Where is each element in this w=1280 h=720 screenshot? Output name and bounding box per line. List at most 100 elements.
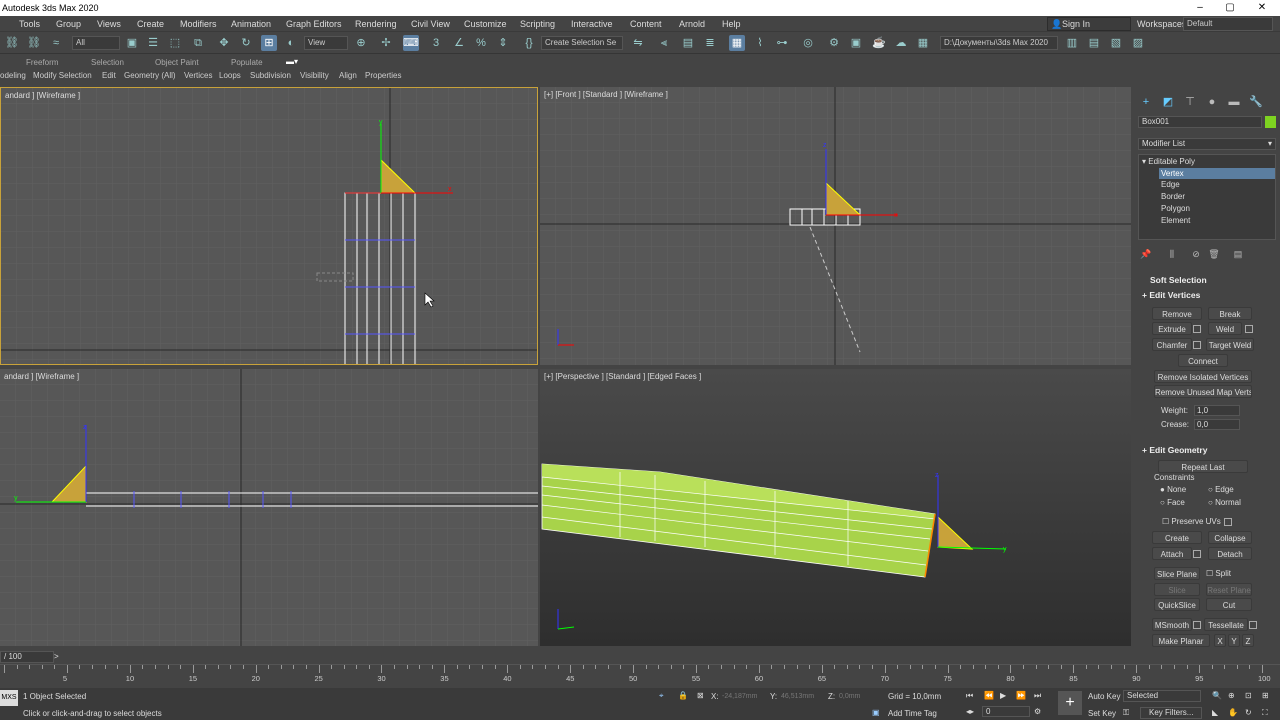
extrude-button[interactable]: Extrude [1152,322,1192,335]
sign-in-dropdown[interactable]: 👤 Sign In [1047,17,1131,31]
y-coordinate-field[interactable]: 46,513mm [779,691,823,702]
menu-arnold[interactable]: Arnold [679,16,705,32]
select-object-icon[interactable]: ▣ [124,35,140,51]
rendered-frame-icon[interactable]: ▣ [848,35,864,51]
ribbon-tab-object-paint[interactable]: Object Paint [155,58,199,67]
menu-group[interactable]: Group [56,16,81,32]
zoom-extents-all-icon[interactable]: ⊞ [1262,691,1269,700]
menu-help[interactable]: Help [722,16,741,32]
mirror-icon[interactable]: ⇋ [630,35,646,51]
goto-end-icon[interactable]: ⏭ [1034,691,1041,701]
constraint-edge-radio[interactable]: ○ Edge [1208,485,1234,494]
link-icon[interactable]: ⛓ [4,35,20,51]
planar-x-button[interactable]: X [1214,634,1226,647]
stack-item-polygon[interactable]: Polygon [1161,204,1190,213]
snaps-toggle-icon[interactable]: 3 [428,35,444,51]
remove-button[interactable]: Remove [1152,307,1202,320]
modifier-list-dropdown[interactable]: Modifier List ▾ [1138,138,1276,150]
rotate-icon[interactable]: ↻ [238,35,254,51]
chamfer-button[interactable]: Chamfer [1152,338,1192,351]
stack-item-editable-poly[interactable]: ▾ Editable Poly [1142,157,1195,166]
ribbon-options-icon[interactable]: ▬▾ [286,57,298,66]
msmooth-settings-icon[interactable] [1193,621,1201,629]
key-mode-icon[interactable]: ◂▸ [966,707,974,716]
render-online-icon[interactable]: ▦ [915,35,931,51]
x-coordinate-field[interactable]: -24,187mm [720,691,764,702]
render-iterative-icon[interactable]: ☁ [893,35,909,51]
weld-settings-icon[interactable] [1245,325,1253,333]
stack-item-border[interactable]: Border [1161,192,1185,201]
maxscript-listener-icon[interactable]: MXS [0,690,18,706]
slice-plane-button[interactable]: Slice Plane [1154,567,1200,580]
ribbon-subtab-modeling[interactable]: odeling [0,71,26,80]
weld-button[interactable]: Weld [1208,322,1242,335]
constraint-normal-radio[interactable]: ○ Normal [1208,498,1241,507]
constraint-face-radio[interactable]: ○ Face [1160,498,1185,507]
menu-civil-view[interactable]: Civil View [411,16,450,32]
stack-item-vertex[interactable]: Vertex [1159,168,1275,179]
zoom-icon[interactable]: 🔍 [1212,691,1222,700]
isolate-icon[interactable]: ⌖ [659,691,664,701]
break-button[interactable]: Break [1208,307,1252,320]
menu-modifiers[interactable]: Modifiers [180,16,217,32]
utilities-tab-icon[interactable]: 🔧 [1248,94,1264,110]
set-key-button[interactable]: Set Key [1088,709,1116,718]
attach-settings-icon[interactable] [1193,550,1201,558]
planar-y-button[interactable]: Y [1228,634,1240,647]
ribbon-subtab-align[interactable]: Align [339,71,357,80]
reset-plane-button[interactable]: Reset Plane [1206,583,1252,596]
cut-button[interactable]: Cut [1206,598,1252,611]
scene-explorer-icon[interactable]: ▤ [680,35,696,51]
viewport-label-top[interactable]: andard ] [Wireframe ] [5,91,80,100]
repeat-last-button[interactable]: Repeat Last [1158,460,1248,473]
select-manipulate-icon[interactable]: ✢ [378,35,394,51]
motion-tab-icon[interactable]: ● [1204,94,1220,110]
project-folder-icon[interactable]: ▤ [1086,35,1102,51]
viewport-label-front[interactable]: [+] [Front ] [Standard ] [Wireframe ] [544,90,668,99]
rect-selection-icon[interactable]: ⬚ [167,35,183,51]
scale-icon[interactable]: ⊞ [261,35,277,51]
selection-filter-dropdown[interactable]: All [72,36,120,50]
align-icon[interactable]: ⫷ [656,35,672,51]
menu-views[interactable]: Views [97,16,121,32]
crease-spinner[interactable]: 0,0 [1194,419,1240,430]
make-unique-icon[interactable]: ⊘ [1188,246,1204,262]
maximize-button[interactable]: ▢ [1216,0,1244,16]
viewport-label-perspective[interactable]: [+] [Perspective ] [Standard ] [Edged Fa… [544,372,701,381]
next-frame-icon[interactable]: ⏩ [1016,691,1026,700]
menu-interactive[interactable]: Interactive [571,16,613,32]
configure-sets-icon[interactable]: ▤ [1230,246,1246,262]
ribbon-tab-populate[interactable]: Populate [231,58,263,67]
viewport-front[interactable]: z x [+] [Front ] [Standard ] [Wireframe … [540,87,1131,365]
schematic-view-icon[interactable]: ⊶ [774,35,790,51]
project-icon[interactable]: ▥ [1064,35,1080,51]
ribbon-subtab-modify-selection[interactable]: Modify Selection [33,71,92,80]
quickslice-button[interactable]: QuickSlice [1154,598,1200,611]
ribbon-tab-selection[interactable]: Selection [91,58,124,67]
menu-create[interactable]: Create [137,16,164,32]
object-name-field[interactable]: Box001 [1138,116,1262,128]
add-time-tag[interactable]: Add Time Tag [888,709,937,718]
menu-tools[interactable]: Tools [19,16,40,32]
split-checkbox[interactable]: ☐ Split [1206,569,1231,578]
show-end-result-icon[interactable]: ⫼ [1164,246,1180,262]
tessellate-button[interactable]: Tessellate [1204,618,1248,631]
move-icon[interactable]: ✥ [216,35,232,51]
target-weld-button[interactable]: Target Weld [1206,338,1254,351]
viewport-left[interactable]: z y andard ] [Wireframe ] [0,369,538,646]
display-tab-icon[interactable]: ▬ [1226,94,1242,110]
render-setup-icon[interactable]: ⚙ [826,35,842,51]
percent-snap-icon[interactable]: % [473,35,489,51]
key-mode-dropdown[interactable]: Selected [1123,690,1201,702]
current-frame-field[interactable]: 0 [982,706,1030,717]
prev-frame-icon[interactable]: ⏪ [984,691,994,700]
z-coordinate-field[interactable]: 0,0mm [837,691,877,702]
goto-start-icon[interactable]: ⏮ [966,691,973,701]
absolute-mode-icon[interactable]: ⊠ [697,691,704,700]
place-icon[interactable]: ◐ [283,35,299,51]
constraint-none-radio[interactable]: ● None [1160,485,1186,494]
menu-scripting[interactable]: Scripting [520,16,555,32]
ribbon-tab-freeform[interactable]: Freeform [26,58,58,67]
attach-button[interactable]: Attach [1152,547,1192,560]
edit-geometry-rollout[interactable]: + Edit Geometry [1142,445,1207,455]
